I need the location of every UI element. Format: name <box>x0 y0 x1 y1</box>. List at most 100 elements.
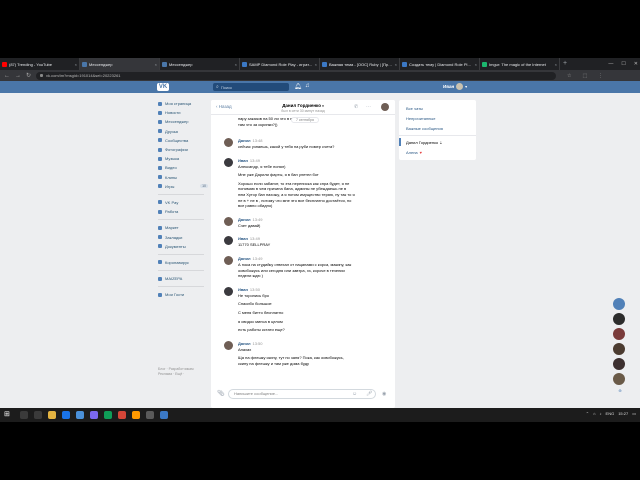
language-indicator[interactable]: ENG <box>606 411 615 416</box>
sidebar-item[interactable]: Видео <box>158 163 208 172</box>
sidebar-item[interactable]: Друзья <box>158 127 208 136</box>
browser-icon[interactable] <box>62 411 70 419</box>
extensions-icon[interactable]: ⬚ <box>583 73 588 79</box>
user-menu[interactable]: Иван ▾ <box>443 83 467 90</box>
music-icon[interactable]: ♫ <box>305 83 310 89</box>
sidebar-item[interactable]: Сообщества <box>158 136 208 145</box>
folder-danil[interactable]: Данил Гордиенко ⇣ <box>406 140 443 145</box>
app-icon[interactable] <box>90 411 98 419</box>
browser-tab[interactable]: SAMP Diamond Role Play - играт... × <box>240 58 320 70</box>
minimize-icon[interactable]: — <box>608 58 613 70</box>
avatar[interactable] <box>224 256 233 265</box>
tab-close-icon[interactable]: × <box>75 62 77 67</box>
message-author[interactable]: Иван 13:50 <box>238 287 260 292</box>
sidebar-item[interactable]: Фотографии <box>158 145 208 154</box>
footer-link-line[interactable]: Реклама · Ещё · <box>158 372 208 377</box>
sidebar-item[interactable]: Моя страница <box>158 99 208 108</box>
notifications-icon[interactable]: ▭ <box>632 411 636 416</box>
phone-icon[interactable]: ✆ <box>354 104 358 110</box>
tab-close-icon[interactable]: × <box>235 62 237 67</box>
browser-tab[interactable]: Мессенджер × <box>160 58 240 70</box>
task-view-icon[interactable] <box>34 411 42 419</box>
message-author[interactable]: Данил 13:49 <box>238 217 263 222</box>
url-field[interactable]: vk.com/im?msgid=191014&sel=20223261 <box>36 71 557 80</box>
vk-logo[interactable]: VK <box>157 83 169 91</box>
explorer-icon[interactable] <box>48 411 56 419</box>
sidebar-item[interactable]: Мессенджер <box>158 117 208 126</box>
menu-dots-icon[interactable]: ⋮ <box>598 73 603 79</box>
browser-tab[interactable]: Важная тема - [OOC] Ruby | [Про... × <box>320 58 400 70</box>
browser-tab[interactable]: (87) Trending - YouTube × <box>0 58 80 70</box>
browser-tab[interactable]: Создать тему | Diamond Role Play... × <box>400 58 480 70</box>
filter-all-chats[interactable]: Все чаты <box>406 106 423 111</box>
sidebar-item[interactable]: Мои Гости <box>158 290 208 299</box>
open-all-icon[interactable]: ⊕ <box>613 388 627 393</box>
maximize-icon[interactable]: ☐ <box>621 58 625 70</box>
avatar[interactable] <box>224 138 233 147</box>
sidebar-item[interactable]: MAIZEPA <box>158 274 208 283</box>
app-icon[interactable] <box>104 411 112 419</box>
chevron-up-icon[interactable]: ⌃ <box>586 411 589 416</box>
sidebar-item[interactable]: Маркет <box>158 223 208 232</box>
message-author[interactable]: Данил 13:49 <box>238 256 263 261</box>
reload-icon[interactable]: ↻ <box>26 72 31 79</box>
sidebar-item[interactable]: VK Pay <box>158 198 208 207</box>
app-icon[interactable] <box>146 411 154 419</box>
emoji-icon[interactable]: ☺ <box>352 391 357 397</box>
sidebar-item[interactable]: Работа <box>158 207 208 216</box>
tab-close-icon[interactable]: × <box>395 62 397 67</box>
vk-search-input[interactable]: ⌕ Поиск <box>213 83 289 91</box>
chat-bubble-avatar[interactable] <box>613 328 625 340</box>
back-arrow-icon[interactable]: ← <box>4 73 10 79</box>
browser-tab[interactable]: Imgur: The magic of the Internet × <box>480 58 560 70</box>
avatar[interactable] <box>224 286 233 296</box>
bell-icon[interactable]: 🔔︎ <box>294 83 302 90</box>
avatar[interactable] <box>224 216 233 226</box>
tab-close-icon[interactable]: × <box>155 62 157 67</box>
new-tab-button[interactable]: + <box>560 58 567 70</box>
search-icon[interactable] <box>20 411 28 419</box>
app-icon[interactable] <box>76 411 84 419</box>
app-icon[interactable] <box>160 411 168 419</box>
message-author[interactable]: Данил 13:48 <box>238 138 263 143</box>
sidebar-item[interactable]: Коронавирус <box>158 258 208 267</box>
attach-icon[interactable]: 📎︎ <box>217 390 225 397</box>
sidebar-item[interactable]: Музыка <box>158 154 208 163</box>
app-icon[interactable] <box>118 411 126 419</box>
peer-avatar[interactable] <box>381 103 389 111</box>
close-window-icon[interactable]: ✕ <box>634 58 638 70</box>
voice-icon[interactable]: ◉ <box>382 391 386 397</box>
star-icon[interactable]: ☆ <box>567 73 571 79</box>
microphone-icon[interactable]: 🎤︎ <box>366 391 372 397</box>
folder-alena[interactable]: Алена ♥ <box>406 150 422 155</box>
forward-arrow-icon[interactable]: → <box>15 73 21 79</box>
avatar[interactable] <box>224 340 233 350</box>
clock[interactable]: 15:27 <box>618 411 628 416</box>
tab-close-icon[interactable]: × <box>555 62 557 67</box>
network-icon[interactable]: ⌂ <box>593 411 595 416</box>
chat-bubble-avatar[interactable] <box>613 358 625 370</box>
tab-close-icon[interactable]: × <box>315 62 317 67</box>
more-icon[interactable]: ⋯ <box>366 104 371 110</box>
sidebar-item[interactable]: Игры 10 <box>158 182 208 191</box>
sidebar-item[interactable]: Закладки <box>158 232 208 241</box>
chat-bubble-avatar[interactable] <box>613 343 625 355</box>
sidebar-item[interactable]: Документы <box>158 242 208 251</box>
message-author[interactable]: Иван 13:49 <box>238 236 260 241</box>
filter-unread[interactable]: Непрочитанные <box>406 116 436 121</box>
volume-icon[interactable]: ♪ <box>600 411 602 416</box>
message-author[interactable]: Данил 13:50 <box>238 341 263 346</box>
filter-important[interactable]: Важные сообщения <box>406 126 443 131</box>
sidebar-item[interactable]: Новости <box>158 108 208 117</box>
chat-bubble-avatar[interactable] <box>613 298 625 310</box>
windows-start-icon[interactable]: ⊞ <box>4 411 11 418</box>
sidebar-item[interactable]: Клипы <box>158 173 208 182</box>
app-icon[interactable] <box>132 411 140 419</box>
avatar[interactable] <box>224 236 233 246</box>
browser-tab[interactable]: Мессенджер × <box>80 58 160 70</box>
avatar[interactable] <box>224 157 233 167</box>
chat-bubble-avatar[interactable] <box>613 313 625 325</box>
message-author[interactable]: Иван 13:49 <box>238 158 260 163</box>
chat-bubble-avatar[interactable] <box>613 373 625 385</box>
tab-close-icon[interactable]: × <box>475 62 477 67</box>
